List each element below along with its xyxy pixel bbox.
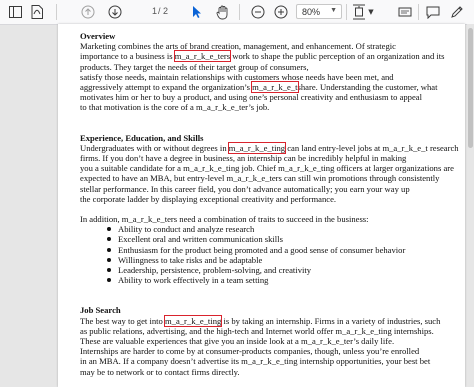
experience-heading: Experience, Education, and Skills — [80, 132, 204, 143]
page-up-icon[interactable] — [79, 3, 97, 21]
text-line: stellar performance. In this career fiel… — [80, 183, 410, 194]
toolbar-separator — [56, 4, 57, 20]
pdf-icon[interactable] — [28, 3, 46, 21]
text-line: firms. If you don’t have a degree in bus… — [80, 153, 407, 164]
skills-intro: In addition, m_a_r_k_e_ters need a combi… — [80, 214, 369, 225]
skills-list: Ability to conduct and analyze research … — [80, 224, 465, 285]
zoom-out-icon[interactable] — [249, 3, 267, 21]
pdf-toolbar: / 2 80% ▼ ▼ — [0, 0, 474, 25]
overview-heading: Overview — [80, 31, 116, 41]
page-number-input[interactable] — [141, 4, 157, 18]
text-line: motivates him or her to buy a product, a… — [80, 92, 422, 103]
zoom-in-icon[interactable] — [272, 3, 290, 21]
page-content: Overview Marketing combines the arts of … — [80, 31, 465, 377]
list-item: Ability to work effectively in a team se… — [107, 275, 465, 285]
text-line: products. They target the needs of their… — [80, 61, 309, 72]
list-item: Excellent oral and written communication… — [107, 234, 465, 244]
highlighted-word: m_a_r_k_e_ters — [173, 50, 232, 63]
text-line: Internships are harder to come by at con… — [80, 346, 420, 357]
zoom-select[interactable]: 80% ▼ — [296, 4, 342, 19]
text-line: The best way to get into m_a_r_k_e_ting … — [80, 314, 441, 327]
highlighted-word: m_a_r_k_e_t — [251, 81, 299, 94]
text-line: to that motivation is the core of a m_a_… — [80, 102, 270, 113]
zoom-value: 80% — [302, 6, 321, 17]
experience-body: Undergraduates with or without degrees i… — [80, 141, 465, 204]
pdf-page: Overview Marketing combines the arts of … — [58, 24, 465, 387]
text-line: satisfy those needs, maintain relationsh… — [80, 71, 394, 82]
text-line: importance to a business is m_a_r_k_e_te… — [80, 50, 445, 63]
cursor-icon[interactable] — [188, 3, 206, 21]
job-search-heading: Job Search — [80, 305, 121, 316]
text-line: aggressively attempt to expand the organ… — [80, 81, 438, 94]
text-line: expected to have an MBA, but entry-level… — [80, 173, 440, 184]
page-total: / 2 — [158, 6, 169, 16]
draw-icon[interactable] — [448, 3, 466, 21]
hand-icon[interactable] — [214, 3, 232, 21]
toolbar-separator — [418, 4, 419, 20]
text-line: Marketing combines the arts of brand cre… — [80, 41, 396, 52]
list-item: Ability to conduct and analyze research — [107, 224, 465, 234]
text-line: the corporate ladder by displaying excep… — [80, 193, 337, 204]
text-line: you a suitable candidate for a m_a_r_k_e… — [80, 163, 454, 174]
text-line: in an MBA. If a company doesn’t advertis… — [80, 356, 431, 367]
text-line: as public relations, advertising, and th… — [80, 325, 434, 336]
list-item: Willingness to take risks and be adaptab… — [107, 255, 465, 265]
scrollbar-thumb[interactable] — [468, 28, 473, 148]
toolbar-separator — [346, 4, 347, 20]
list-item: Enthusiasm for the product being promote… — [107, 245, 465, 255]
highlighted-word: m_a_r_k_e_ting — [163, 314, 223, 327]
comment-icon[interactable] — [424, 3, 442, 21]
text-line: Undergraduates with or without degrees i… — [80, 141, 459, 154]
page-down-icon[interactable] — [106, 3, 124, 21]
highlighted-word: m_a_r_k_e_ting — [227, 141, 287, 154]
fit-page-chevron-icon[interactable]: ▼ — [366, 3, 376, 21]
toolbar-separator — [239, 4, 240, 20]
chevron-down-icon: ▼ — [330, 7, 337, 14]
list-item: Leadership, persistence, problem-solving… — [107, 265, 465, 275]
sidebar-icon[interactable] — [6, 3, 24, 21]
text-line: These are valuable experiences that give… — [80, 336, 395, 347]
overview-body: Marketing combines the arts of brand cre… — [80, 41, 465, 112]
text-line: may be to network or to contact firms di… — [80, 366, 240, 377]
job-search-body: The best way to get into m_a_r_k_e_ting … — [80, 314, 465, 377]
rotate-icon[interactable] — [396, 3, 414, 21]
vertical-scrollbar[interactable] — [467, 24, 474, 387]
